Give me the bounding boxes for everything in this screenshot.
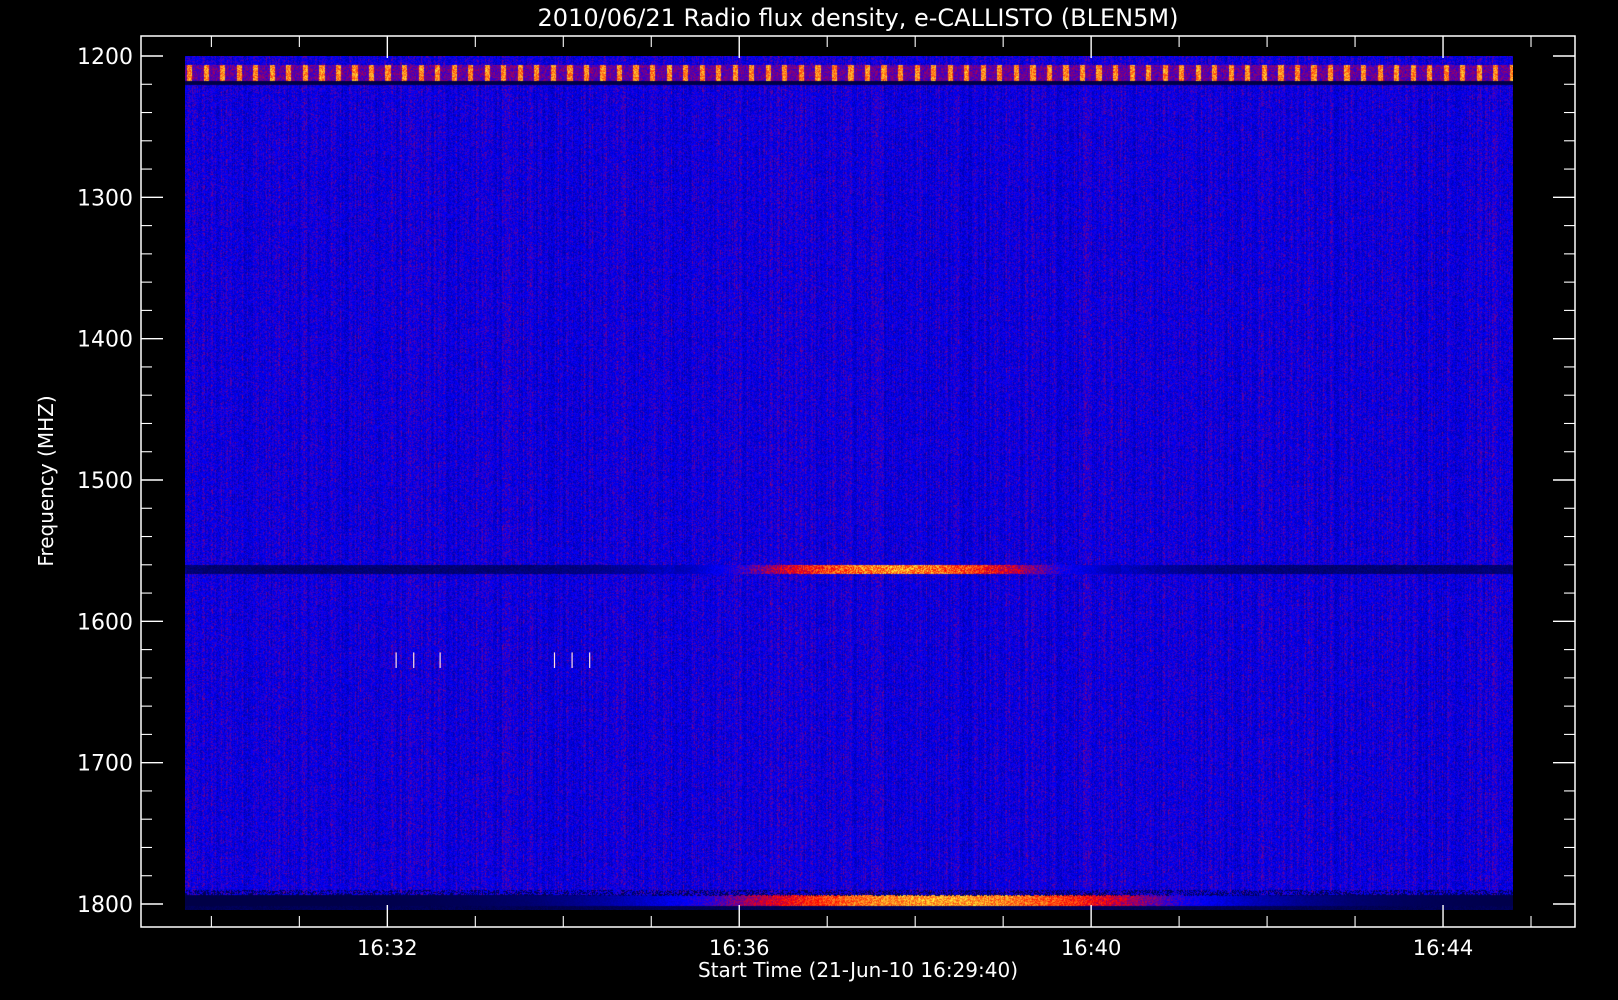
spectrogram-chart: 2010/06/21 Radio flux density, e-CALLIST… bbox=[0, 0, 1618, 1000]
x-tick-label: 16:32 bbox=[357, 936, 418, 960]
y-tick-label: 1400 bbox=[77, 328, 133, 353]
spectrogram-raster bbox=[184, 56, 1513, 910]
chart-title: 2010/06/21 Radio flux density, e-CALLIST… bbox=[538, 4, 1179, 32]
y-tick-label: 1200 bbox=[77, 45, 133, 70]
y-tick-label: 1600 bbox=[77, 610, 133, 635]
spectrogram-figure: 2010/06/21 Radio flux density, e-CALLIST… bbox=[0, 0, 1618, 1000]
y-tick-label: 1800 bbox=[77, 893, 133, 918]
y-tick-label: 1700 bbox=[77, 752, 133, 777]
x-tick-label: 16:44 bbox=[1413, 936, 1474, 960]
x-tick-label: 16:40 bbox=[1061, 936, 1122, 960]
y-tick-label: 1300 bbox=[77, 186, 133, 211]
x-tick-label: 16:36 bbox=[709, 936, 770, 960]
y-axis-label: Frequency (MHZ) bbox=[34, 395, 58, 566]
x-axis-label: Start Time (21-Jun-10 16:29:40) bbox=[698, 958, 1018, 982]
spectrogram-heatmap bbox=[184, 56, 1513, 910]
y-tick-label: 1500 bbox=[77, 469, 133, 494]
